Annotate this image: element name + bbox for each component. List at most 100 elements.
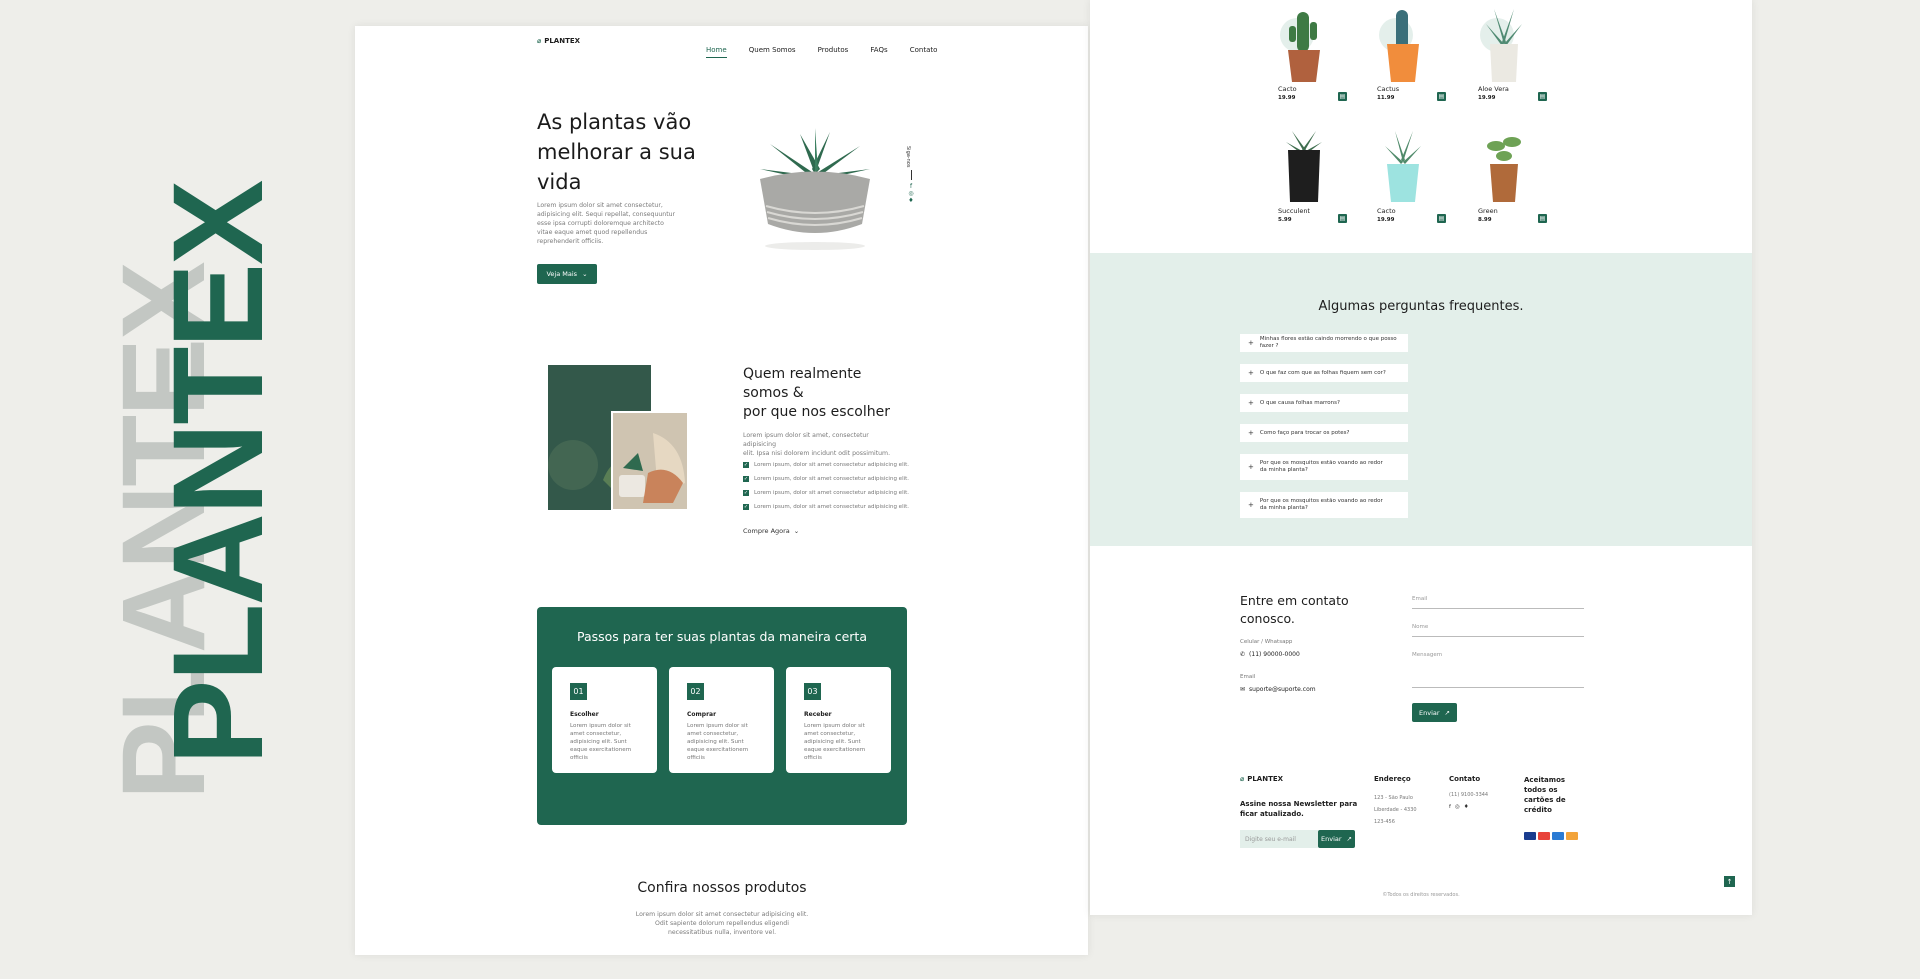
phone-icon: ✆ xyxy=(1240,651,1246,658)
step-text: Lorem ipsum dolor sit amet consectetur, … xyxy=(804,723,866,761)
footer-logo[interactable]: ⌀ PLANTEX xyxy=(1240,775,1283,783)
hero-title: As plantas vão melhorar a sua vida xyxy=(537,110,696,194)
newsletter-title: Assine nossa Newsletter para ficar atuali… xyxy=(1240,800,1358,818)
footer-social: f ◎ ♦ xyxy=(1449,804,1469,810)
plus-icon: + xyxy=(1248,338,1254,347)
follow-label: Siga-nos xyxy=(905,146,911,168)
nav-home[interactable]: Home xyxy=(706,46,727,54)
mail-icon: ✉ xyxy=(1240,686,1246,693)
shopping-bag-icon[interactable]: ▤ xyxy=(1338,92,1347,101)
newsletter-input[interactable]: Digite seu e-mail xyxy=(1240,830,1318,848)
scroll-top-arrow-icon[interactable]: ↑ xyxy=(1724,876,1735,887)
shopping-bag-icon[interactable]: ▤ xyxy=(1338,214,1347,223)
step-card: 02 Comprar Lorem ipsum dolor sit amet co… xyxy=(669,667,774,773)
newsletter-send-button[interactable]: Enviar ↗ xyxy=(1318,830,1355,848)
faq-item[interactable]: + Por que os mosquitos estão voando ao re… xyxy=(1240,492,1408,518)
message-field[interactable]: Mensagem xyxy=(1412,652,1442,658)
step-name: Escolher xyxy=(570,711,599,718)
steps-section: Passos para ter suas plantas da maneira … xyxy=(537,607,907,825)
address-title: Endereço xyxy=(1374,775,1411,783)
page-preview-left: ⌀ PLANTEX Home Quem Somos Produtos FAQs … xyxy=(355,26,1088,955)
logo[interactable]: ⌀ PLANTEX xyxy=(537,37,580,45)
chevron-down-icon: ⌄ xyxy=(793,527,800,535)
contact-title: Entre em contato conosco. xyxy=(1240,593,1349,626)
instagram-icon[interactable]: ◎ xyxy=(1455,804,1460,810)
products-title: Confira nossos produtos xyxy=(637,880,807,896)
mastercard-icon xyxy=(1538,832,1550,840)
aloe-vera-image xyxy=(1486,9,1522,82)
copyright: ©Todos os direitos reservados. xyxy=(1382,892,1460,898)
check-icon: ✓ xyxy=(743,476,749,482)
nav-contato[interactable]: Contato xyxy=(910,46,938,54)
nav-produtos[interactable]: Produtos xyxy=(818,46,849,54)
check-item: ✓ Lorem ipsum, dolor sit amet consectetur… xyxy=(743,504,910,510)
name-field[interactable]: Nome xyxy=(1412,624,1428,630)
shopping-bag-icon[interactable]: ▤ xyxy=(1437,214,1446,223)
twitter-icon[interactable]: ♦ xyxy=(1464,804,1469,810)
green-plant-image xyxy=(1487,137,1521,202)
cactus-image xyxy=(1385,131,1421,202)
plus-icon: + xyxy=(1248,428,1254,437)
plus-icon: + xyxy=(1248,398,1254,407)
divider xyxy=(910,170,912,181)
step-card: 01 Escolher Lorem ipsum dolor sit amet c… xyxy=(552,667,657,773)
step-name: Receber xyxy=(804,711,832,718)
email-label: Email xyxy=(1240,674,1256,680)
check-item: ✓ Lorem ipsum, dolor sit amet consectetur… xyxy=(743,476,910,482)
payment-cards xyxy=(1524,825,1580,844)
main-nav: Home Quem Somos Produtos FAQs Contato xyxy=(689,37,937,56)
veja-mais-button[interactable]: Veja Mais ⌄ xyxy=(537,264,597,284)
step-text: Lorem ipsum dolor sit amet consectetur, … xyxy=(687,723,749,761)
check-item: ✓ Lorem ipsum, dolor sit amet consectetur… xyxy=(743,462,910,468)
phone-label: Celular / Whatsapp xyxy=(1240,639,1293,645)
leaf-icon: ⌀ xyxy=(1240,775,1245,783)
step-number: 03 xyxy=(804,683,821,700)
succulent-pot-image xyxy=(760,128,870,250)
plus-icon: + xyxy=(1248,462,1254,471)
step-card: 03 Receber Lorem ipsum dolor sit amet co… xyxy=(786,667,891,773)
chevron-down-icon: ⌄ xyxy=(582,270,588,278)
cactus-image xyxy=(1288,12,1320,82)
step-number: 01 xyxy=(570,683,587,700)
products-intro-text: Lorem ipsum dolor sit amet consectetur a… xyxy=(635,911,809,936)
paypal-icon xyxy=(1552,832,1564,840)
facebook-icon[interactable]: f xyxy=(905,183,917,190)
logo-text: PLANTEX xyxy=(544,37,581,45)
about-title: Quem realmente somos & por que nos escolhe… xyxy=(743,366,890,420)
check-item: ✓ Lorem ipsum, dolor sit amet consectetur… xyxy=(743,490,910,496)
steps-title: Passos para ter suas plantas da maneira … xyxy=(576,629,867,644)
faq-item[interactable]: + Como faço para trocar os potes? xyxy=(1240,424,1408,442)
compre-agora-link[interactable]: Compre Agora ⌄ xyxy=(743,527,799,535)
visa-icon xyxy=(1524,832,1536,840)
instagram-icon[interactable]: ◎ xyxy=(905,190,917,197)
nav-faqs[interactable]: FAQs xyxy=(870,46,887,54)
arrow-up-right-icon: ↗ xyxy=(1444,708,1450,717)
facebook-icon[interactable]: f xyxy=(1449,804,1451,810)
email-line: ✉ suporte@suporte.com xyxy=(1240,686,1316,693)
shopping-bag-icon[interactable]: ▤ xyxy=(1437,92,1446,101)
phone-line: ✆ (11) 90000-0000 xyxy=(1240,651,1300,658)
hero-text: Lorem ipsum dolor sit amet consectetur, a… xyxy=(537,202,676,245)
check-icon: ✓ xyxy=(743,462,749,468)
nav-quem-somos[interactable]: Quem Somos xyxy=(749,46,796,54)
faq-item[interactable]: + O que causa folhas marrons? xyxy=(1240,394,1408,412)
arrow-up-right-icon: ↗ xyxy=(1346,835,1352,843)
plus-icon: + xyxy=(1248,500,1254,509)
faq-item[interactable]: + Por que os mosquitos estão voando ao re… xyxy=(1240,454,1408,480)
discover-icon xyxy=(1566,832,1578,840)
step-name: Comprar xyxy=(687,711,717,718)
faq-item[interactable]: + O que faz com que as folhas fiquem sem … xyxy=(1240,364,1408,382)
step-text: Lorem ipsum dolor sit amet consectetur, … xyxy=(570,723,632,761)
twitter-icon[interactable]: ♦ xyxy=(905,197,917,204)
shopping-bag-icon[interactable]: ▤ xyxy=(1538,92,1547,101)
shopping-bag-icon[interactable]: ▤ xyxy=(1538,214,1547,223)
step-number: 02 xyxy=(687,683,704,700)
faq-title: Algumas perguntas frequentes. xyxy=(1318,299,1524,314)
send-contact-button[interactable]: Enviar ↗ xyxy=(1412,703,1457,722)
check-icon: ✓ xyxy=(743,490,749,496)
faq-item[interactable]: + Minhas flores estão caindo morrendo o q… xyxy=(1240,334,1408,352)
email-field[interactable]: Email xyxy=(1412,596,1427,602)
footer-phone: (11) 9100-3344 xyxy=(1449,792,1489,798)
faq-section: Algumas perguntas frequentes. + Minhas fl… xyxy=(1090,253,1752,546)
about-image-small xyxy=(611,411,689,511)
